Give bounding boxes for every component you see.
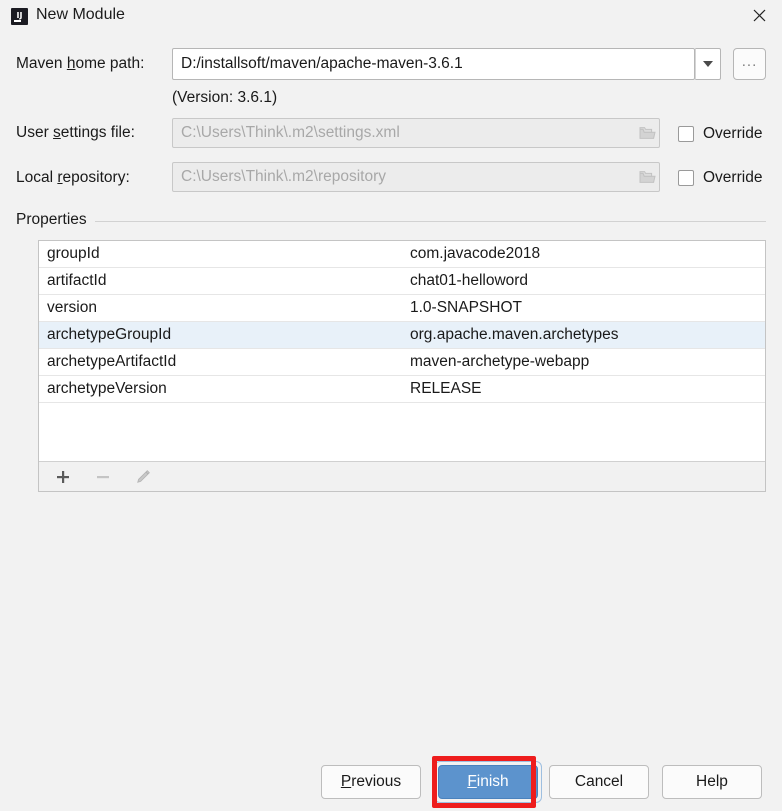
folder-icon [635, 119, 659, 147]
maven-home-path-label: Maven home path: [16, 55, 144, 73]
close-icon[interactable] [736, 0, 782, 30]
folder-icon [635, 163, 659, 191]
previous-button[interactable]: Previous [321, 765, 421, 799]
property-value-cell: com.javacode2018 [401, 241, 765, 268]
property-key-cell: archetypeGroupId [39, 322, 401, 349]
maven-home-path-dropdown[interactable] [695, 48, 721, 80]
local-repository-input: C:\Users\Think\.m2\repository [172, 162, 660, 192]
chevron-down-icon [703, 61, 713, 67]
table-row[interactable]: archetypeGroupIdorg.apache.maven.archety… [39, 322, 765, 349]
edit-property-button [132, 466, 154, 488]
finish-button[interactable]: Finish [438, 765, 538, 799]
local-repository-override-label: Override [703, 169, 762, 187]
property-key-cell: archetypeArtifactId [39, 349, 401, 376]
help-button[interactable]: Help [662, 765, 762, 799]
user-settings-override-checkbox[interactable] [678, 126, 694, 142]
maven-home-path-value: D:/installsoft/maven/apache-maven-3.6.1 [181, 55, 694, 73]
table-row[interactable]: version1.0-SNAPSHOT [39, 295, 765, 322]
table-row[interactable]: archetypeArtifactIdmaven-archetype-webap… [39, 349, 765, 376]
properties-table: groupIdcom.javacode2018artifactIdchat01-… [39, 241, 765, 461]
local-repository-label: Local repository: [16, 169, 130, 187]
ellipsis-icon: ... [742, 53, 758, 70]
property-key-cell: artifactId [39, 268, 401, 295]
dialog-title-bar: IJ New Module [0, 0, 782, 33]
user-settings-file-label: User settings file: [16, 124, 135, 142]
maven-home-browse-button[interactable]: ... [733, 48, 766, 80]
property-value-cell: chat01-helloword [401, 268, 765, 295]
local-repository-override-row[interactable]: Override [678, 169, 762, 187]
user-settings-override-row[interactable]: Override [678, 125, 762, 143]
properties-table-toolbar [39, 461, 765, 491]
intellij-idea-icon: IJ [11, 8, 28, 25]
properties-table-container: groupIdcom.javacode2018artifactIdchat01-… [38, 240, 766, 492]
table-row[interactable]: artifactIdchat01-helloword [39, 268, 765, 295]
table-empty-area[interactable] [39, 403, 765, 462]
property-key-cell: version [39, 295, 401, 322]
property-value-cell: 1.0-SNAPSHOT [401, 295, 765, 322]
properties-group-label: Properties [16, 211, 95, 229]
property-value-cell: maven-archetype-webapp [401, 349, 765, 376]
local-repository-value: C:\Users\Think\.m2\repository [181, 168, 635, 186]
table-row[interactable]: archetypeVersionRELEASE [39, 376, 765, 403]
remove-property-button [92, 466, 114, 488]
property-key-cell: groupId [39, 241, 401, 268]
add-property-button[interactable] [52, 466, 74, 488]
property-value-cell: org.apache.maven.archetypes [401, 322, 765, 349]
dialog-title: New Module [36, 6, 125, 24]
table-row[interactable]: groupIdcom.javacode2018 [39, 241, 765, 268]
properties-group-separator [16, 221, 766, 222]
user-settings-file-input: C:\Users\Think\.m2\settings.xml [172, 118, 660, 148]
maven-version-note: (Version: 3.6.1) [172, 89, 277, 107]
user-settings-file-value: C:\Users\Think\.m2\settings.xml [181, 124, 635, 142]
user-settings-override-label: Override [703, 125, 762, 143]
property-value-cell: RELEASE [401, 376, 765, 403]
local-repository-override-checkbox[interactable] [678, 170, 694, 186]
property-key-cell: archetypeVersion [39, 376, 401, 403]
maven-home-path-input[interactable]: D:/installsoft/maven/apache-maven-3.6.1 [172, 48, 695, 80]
cancel-button[interactable]: Cancel [549, 765, 649, 799]
